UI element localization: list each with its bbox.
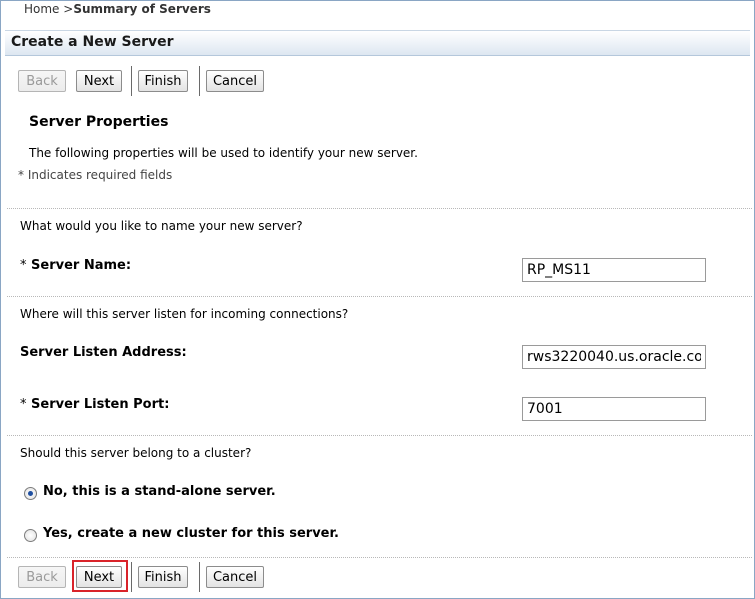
standalone-radio-label[interactable]: No, this is a stand-alone server. (43, 484, 276, 499)
divider (7, 557, 752, 558)
next-button[interactable]: Next (76, 70, 122, 92)
required-note: * Indicates required fields (18, 168, 173, 182)
toolbar-separator (199, 66, 200, 96)
divider (7, 208, 752, 209)
required-marker: * (20, 258, 27, 273)
page-title-bar: Create a New Server (5, 30, 750, 56)
breadcrumb: Home >Summary of Servers (24, 2, 211, 16)
toolbar-separator (131, 562, 132, 592)
section-heading: Server Properties (29, 114, 169, 130)
back-button[interactable]: Back (18, 566, 66, 588)
name-question: What would you like to name your new ser… (20, 219, 303, 233)
listen-port-label: * Server Listen Port: (20, 397, 169, 412)
new-cluster-radio-label[interactable]: Yes, create a new cluster for this serve… (43, 526, 339, 541)
finish-button[interactable]: Finish (138, 566, 188, 588)
section-description: The following properties will be used to… (29, 146, 418, 160)
finish-button[interactable]: Finish (138, 70, 188, 92)
cancel-button[interactable]: Cancel (206, 70, 264, 92)
cancel-button[interactable]: Cancel (206, 566, 264, 588)
breadcrumb-current: Summary of Servers (73, 2, 211, 16)
cluster-question: Should this server belong to a cluster? (20, 446, 252, 460)
server-name-input[interactable] (522, 258, 706, 282)
standalone-radio[interactable] (24, 487, 37, 500)
next-button-highlight (72, 560, 128, 592)
listen-port-label-text: Server Listen Port: (31, 397, 170, 412)
server-name-label-text: Server Name: (31, 258, 132, 273)
divider (7, 296, 752, 297)
toolbar-separator (199, 562, 200, 592)
page-title: Create a New Server (11, 34, 174, 50)
required-marker: * (20, 397, 27, 412)
toolbar-separator (131, 66, 132, 96)
divider (7, 435, 752, 436)
listen-address-input[interactable] (522, 345, 706, 369)
breadcrumb-home-link[interactable]: Home > (24, 2, 73, 16)
back-button[interactable]: Back (18, 70, 66, 92)
listen-port-input[interactable] (522, 397, 706, 421)
new-cluster-radio[interactable] (24, 529, 37, 542)
listen-address-label: Server Listen Address: (20, 345, 187, 360)
listen-question: Where will this server listen for incomi… (20, 307, 349, 321)
server-name-label: * Server Name: (20, 258, 131, 273)
